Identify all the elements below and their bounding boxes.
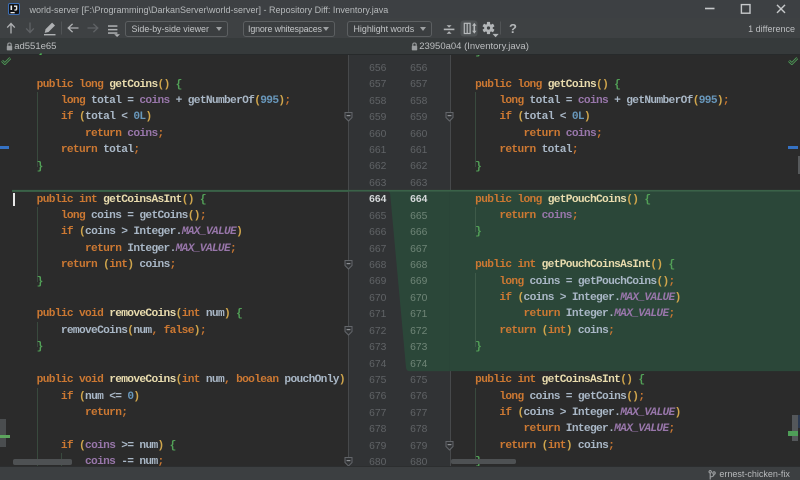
svg-text:?: ?: [509, 21, 517, 36]
